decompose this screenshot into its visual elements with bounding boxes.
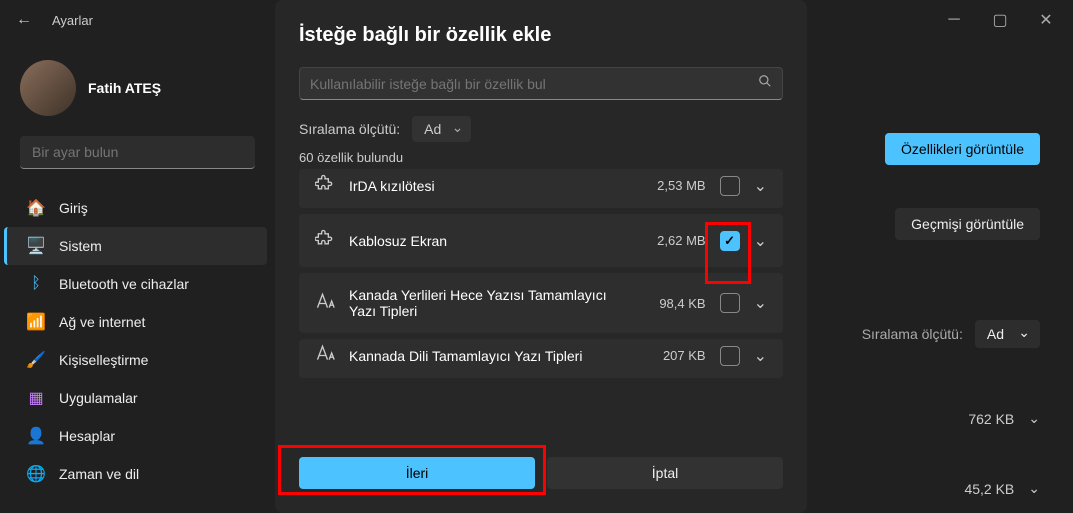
sidebar-item-label: Bluetooth ve cihazlar xyxy=(59,276,189,292)
feature-name: Kannada Dili Tamamlayıcı Yazı Tipleri xyxy=(349,348,628,364)
close-button[interactable]: ✕ xyxy=(1023,4,1069,36)
chevron-down-icon: ⌄ xyxy=(1028,480,1040,497)
sidebar-item-bluetooth-ve-cihazlar[interactable]: ᛒ Bluetooth ve cihazlar xyxy=(0,265,275,303)
bg-feature-row[interactable]: 45,2 KB ⌄ xyxy=(964,480,1040,497)
bg-size: 762 KB xyxy=(968,411,1014,427)
profile-name: Fatih ATEŞ xyxy=(88,80,161,96)
modal-sort-dropdown[interactable]: Ad xyxy=(412,116,471,142)
sidebar-item-label: Kişiselleştirme xyxy=(59,352,148,368)
puzzle-icon xyxy=(315,173,335,198)
nav-icon: 🌐 xyxy=(27,465,45,483)
chevron-down-icon[interactable]: ⌄ xyxy=(754,176,767,196)
font-icon xyxy=(315,343,335,368)
sidebar-item-zaman-ve-dil[interactable]: 🌐 Zaman ve dil xyxy=(0,455,275,493)
chevron-down-icon[interactable]: ⌄ xyxy=(754,346,767,366)
feature-item[interactable]: Kanada Yerlileri Hece Yazısı Tamamlayıcı… xyxy=(299,273,783,333)
features-found-count: 60 özellik bulundu xyxy=(299,150,783,165)
feature-checkbox[interactable] xyxy=(720,346,740,366)
feature-size: 2,53 MB xyxy=(642,178,706,193)
puzzle-icon xyxy=(315,228,335,253)
feature-search-input[interactable] xyxy=(310,76,758,92)
bg-feature-row[interactable]: 762 KB ⌄ xyxy=(968,410,1040,427)
sidebar-item-uygulamalar[interactable]: ▦ Uygulamalar xyxy=(0,379,275,417)
nav-icon: 👤 xyxy=(27,427,45,445)
sort-dropdown[interactable]: Ad xyxy=(975,320,1040,348)
window-title: Ayarlar xyxy=(52,13,93,28)
settings-search-input[interactable] xyxy=(20,136,255,169)
view-features-button[interactable]: Özellikleri görüntüle xyxy=(885,133,1040,165)
add-feature-modal: İsteğe bağlı bir özellik ekle Sıralama ö… xyxy=(275,0,807,513)
feature-name: Kablosuz Ekran xyxy=(349,233,628,249)
feature-checkbox[interactable] xyxy=(720,293,740,313)
sort-label: Sıralama ölçütü: xyxy=(862,326,963,342)
sidebar-item-label: Giriş xyxy=(59,200,88,216)
chevron-down-icon[interactable]: ⌄ xyxy=(754,293,767,313)
feature-name: IrDA kızılötesi xyxy=(349,178,628,194)
nav-icon: 📶 xyxy=(27,313,45,331)
nav-icon: ▦ xyxy=(27,389,45,407)
search-icon xyxy=(758,74,772,93)
nav-icon: 🖌️ xyxy=(27,351,45,369)
feature-checkbox[interactable]: ✓ xyxy=(720,231,740,251)
feature-checkbox[interactable] xyxy=(720,176,740,196)
sidebar-item-hesaplar[interactable]: 👤 Hesaplar xyxy=(0,417,275,455)
avatar xyxy=(20,60,76,116)
chevron-down-icon: ⌄ xyxy=(1028,410,1040,427)
feature-item[interactable]: Kablosuz Ekran 2,62 MB ✓ ⌄ xyxy=(299,214,783,267)
profile[interactable]: Fatih ATEŞ xyxy=(0,60,275,136)
sidebar-item-sistem[interactable]: 🖥️ Sistem xyxy=(4,227,267,265)
feature-search[interactable] xyxy=(299,67,783,100)
cancel-button[interactable]: İptal xyxy=(547,457,783,489)
feature-item[interactable]: IrDA kızılötesi 2,53 MB ⌄ xyxy=(299,169,783,208)
minimize-button[interactable]: ─ xyxy=(931,4,977,36)
sidebar-item-label: Uygulamalar xyxy=(59,390,138,406)
next-button[interactable]: İleri xyxy=(299,457,535,489)
maximize-button[interactable]: ▢ xyxy=(977,4,1023,36)
sidebar-item-label: Zaman ve dil xyxy=(59,466,139,482)
nav-icon: 🏠 xyxy=(27,199,45,217)
sidebar-item-giriş[interactable]: 🏠 Giriş xyxy=(0,189,275,227)
font-icon xyxy=(315,291,335,316)
view-history-button[interactable]: Geçmişi görüntüle xyxy=(895,208,1040,240)
sidebar-item-ağ-ve-internet[interactable]: 📶 Ağ ve internet xyxy=(0,303,275,341)
feature-name: Kanada Yerlileri Hece Yazısı Tamamlayıcı… xyxy=(349,287,628,319)
feature-size: 2,62 MB xyxy=(642,233,706,248)
sidebar-item-label: Ağ ve internet xyxy=(59,314,145,330)
feature-size: 98,4 KB xyxy=(642,296,706,311)
feature-item[interactable]: Kannada Dili Tamamlayıcı Yazı Tipleri 207… xyxy=(299,339,783,378)
modal-sort-label: Sıralama ölçütü: xyxy=(299,121,400,137)
nav-icon: ᛒ xyxy=(27,275,45,293)
nav-icon: 🖥️ xyxy=(27,237,45,255)
feature-size: 207 KB xyxy=(642,348,706,363)
modal-title: İsteğe bağlı bir özellik ekle xyxy=(299,24,783,47)
chevron-down-icon[interactable]: ⌄ xyxy=(754,231,767,251)
back-button[interactable]: ← xyxy=(4,3,44,37)
sidebar-item-label: Sistem xyxy=(59,238,102,254)
sidebar-item-label: Hesaplar xyxy=(59,428,115,444)
bg-size: 45,2 KB xyxy=(964,481,1014,497)
sidebar-item-kişiselleştirme[interactable]: 🖌️ Kişiselleştirme xyxy=(0,341,275,379)
